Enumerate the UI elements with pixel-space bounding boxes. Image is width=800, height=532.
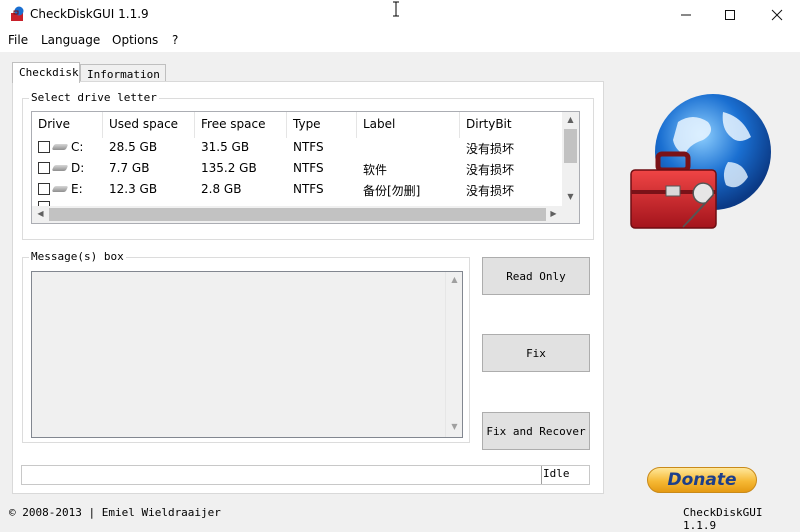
status-divider	[541, 466, 542, 484]
scroll-left-icon[interactable]: ◀	[32, 209, 49, 218]
drive-row[interactable]: E: 12.3 GB 2.8 GB NTFS 备份[勿删] 没有损坏	[32, 179, 562, 200]
drive-list-header: Drive Used space Free space Type Label D…	[32, 112, 562, 138]
column-drive[interactable]: Drive	[32, 112, 103, 138]
scroll-down-icon[interactable]: ▼	[562, 192, 579, 201]
maximize-icon	[725, 10, 735, 20]
column-free-space[interactable]: Free space	[195, 112, 287, 138]
column-type[interactable]: Type	[287, 112, 357, 138]
scroll-up-icon[interactable]: ▲	[446, 275, 463, 284]
message-group-legend: Message(s) box	[29, 250, 126, 263]
drive-checkbox[interactable]	[38, 162, 50, 174]
version-text: CheckDiskGUI 1.1.9	[683, 506, 763, 532]
scroll-down-icon[interactable]: ▼	[446, 422, 463, 431]
hard-drive-icon	[51, 144, 69, 150]
dirty-bit: 没有损坏	[466, 163, 515, 177]
drive-letter: C:	[71, 140, 84, 154]
menu-help[interactable]: ?	[172, 33, 178, 47]
drive-list[interactable]: Drive Used space Free space Type Label D…	[31, 111, 580, 224]
fix-and-recover-button[interactable]: Fix and Recover	[482, 412, 590, 450]
globe-toolbox-logo-icon	[630, 94, 771, 229]
drive-list-vscrollbar[interactable]: ▲ ▼	[562, 112, 579, 206]
menu-language[interactable]: Language	[41, 33, 100, 47]
hard-drive-icon	[51, 165, 69, 171]
menu-bar: File Language Options ?	[0, 30, 800, 52]
app-icon	[11, 6, 24, 21]
fs-type: NTFS	[293, 182, 324, 196]
fs-type: NTFS	[293, 140, 324, 154]
volume-label: 备份[勿删]	[363, 184, 421, 198]
scroll-corner	[562, 206, 579, 223]
tab-information[interactable]: Information	[80, 64, 166, 82]
hard-drive-icon	[51, 186, 69, 192]
message-vscrollbar[interactable]: ▲ ▼	[445, 272, 462, 437]
used-space: 28.5 GB	[109, 140, 158, 154]
vscroll-thumb[interactable]	[564, 129, 577, 163]
maximize-button[interactable]	[707, 0, 753, 30]
hscroll-thumb[interactable]	[49, 208, 546, 221]
minimize-button[interactable]	[663, 0, 709, 30]
fix-button[interactable]: Fix	[482, 334, 590, 372]
used-space: 12.3 GB	[109, 182, 158, 196]
donate-button[interactable]: Donate	[647, 467, 757, 493]
message-textarea[interactable]: ▲ ▼	[31, 271, 463, 438]
status-text: Idle	[543, 467, 570, 480]
drive-row[interactable]: D: 7.7 GB 135.2 GB NTFS 软件 没有损坏	[32, 158, 562, 179]
copyright-text: © 2008-2013 | Emiel Wieldraaijer	[9, 506, 221, 519]
column-dirtybit[interactable]: DirtyBit	[460, 112, 562, 138]
tab-checkdisk[interactable]: Checkdisk	[12, 62, 80, 83]
drive-checkbox[interactable]	[38, 141, 50, 153]
read-only-button[interactable]: Read Only	[482, 257, 590, 295]
minimize-icon	[681, 14, 691, 16]
volume-label: 软件	[363, 163, 388, 177]
dirty-bit: 没有损坏	[466, 142, 515, 156]
column-used-space[interactable]: Used space	[103, 112, 195, 138]
drive-row[interactable]: C: 28.5 GB 31.5 GB NTFS 没有损坏	[32, 137, 562, 158]
close-button[interactable]	[754, 0, 800, 30]
used-space: 7.7 GB	[109, 161, 150, 175]
close-icon	[771, 9, 783, 21]
menu-file[interactable]: File	[8, 33, 28, 47]
status-bar: Idle	[21, 465, 590, 485]
menu-options[interactable]: Options	[112, 33, 158, 47]
fs-type: NTFS	[293, 161, 324, 175]
free-space: 2.8 GB	[201, 182, 242, 196]
drive-letter: D:	[71, 161, 85, 175]
column-label[interactable]: Label	[357, 112, 460, 138]
text-cursor-icon	[393, 1, 399, 17]
dirty-bit: 没有损坏	[466, 184, 515, 198]
drive-checkbox[interactable]	[38, 183, 50, 195]
drive-letter: E:	[71, 182, 83, 196]
window-title: CheckDiskGUI 1.1.9	[30, 7, 149, 21]
scroll-right-icon[interactable]: ▶	[545, 209, 562, 218]
free-space: 31.5 GB	[201, 140, 250, 154]
free-space: 135.2 GB	[201, 161, 257, 175]
drive-list-hscrollbar[interactable]: ◀ ▶	[32, 206, 562, 223]
scroll-up-icon[interactable]: ▲	[562, 115, 579, 124]
drive-group-legend: Select drive letter	[29, 91, 159, 104]
